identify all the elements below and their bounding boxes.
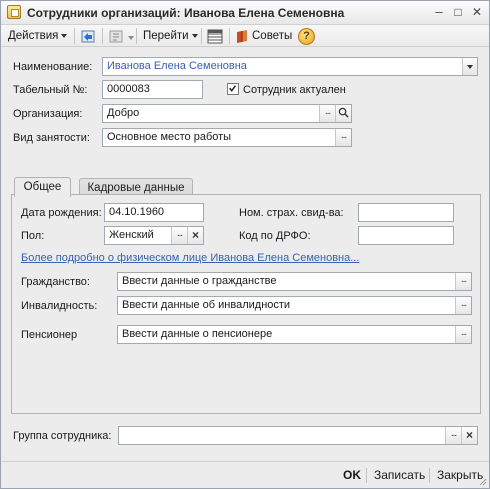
citizenship-label: Гражданство:	[21, 276, 90, 288]
organization-label: Организация:	[13, 108, 83, 120]
tabnum-field[interactable]: 0000083	[102, 80, 203, 99]
disability-label: Инвалидность:	[21, 300, 98, 312]
toolbar-separator	[136, 28, 137, 44]
pensioner-field[interactable]: Ввести данные о пенсионере ...	[117, 325, 472, 344]
name-field[interactable]: Иванова Елена Семеновна	[102, 57, 478, 76]
pensioner-value: Ввести данные о пенсионере	[122, 328, 273, 340]
resize-grip-icon[interactable]	[477, 476, 487, 486]
name-label: Наименование:	[13, 61, 93, 73]
help-button[interactable]: ?	[298, 28, 315, 45]
birth-date-value: 04.10.1960	[109, 206, 165, 218]
disability-select-button[interactable]: ...	[455, 297, 471, 314]
insurance-number-field[interactable]	[358, 203, 454, 222]
back-arrow-icon[interactable]	[80, 29, 96, 44]
toolbar-separator	[201, 28, 202, 44]
maximize-button[interactable]: □	[450, 5, 466, 20]
citizenship-value: Ввести данные о гражданстве	[122, 275, 277, 287]
tabnum-label: Табельный №:	[13, 84, 88, 96]
employee-form-window: Сотрудники организаций: Иванова Елена Се…	[0, 0, 490, 489]
chevron-down-icon[interactable]	[128, 36, 134, 40]
help-icon: ?	[303, 30, 310, 42]
gender-field[interactable]: Женский ... ×	[104, 226, 204, 245]
chevron-down-icon	[467, 65, 473, 70]
tips-label: Советы	[252, 30, 293, 42]
chevron-down-icon	[191, 33, 198, 38]
save-button[interactable]: Записать	[374, 468, 425, 482]
window-title: Сотрудники организаций: Иванова Елена Се…	[27, 6, 345, 20]
employment-field[interactable]: Основное место работы ...	[102, 128, 352, 147]
chevron-down-icon	[61, 33, 68, 38]
tab-panel-general: Дата рождения: 04.10.1960 Ном. страх. св…	[11, 194, 481, 414]
toolbar-separator	[74, 28, 75, 44]
gender-value: Женский	[109, 229, 154, 241]
footer-separator	[429, 468, 430, 483]
drfo-code-label: Код по ДРФО:	[239, 230, 311, 242]
disability-field[interactable]: Ввести данные об инвалидности ...	[117, 296, 472, 315]
toolbar-separator	[229, 28, 230, 44]
ok-button[interactable]: OK	[343, 468, 361, 482]
organization-value: Добро	[107, 107, 140, 119]
tab-general[interactable]: Общее	[14, 177, 71, 197]
tabnum-value: 0000083	[107, 83, 150, 95]
employee-group-clear-button[interactable]: ×	[461, 427, 477, 444]
list-icon[interactable]	[207, 29, 223, 44]
name-dropdown-button[interactable]	[462, 58, 477, 75]
book-icon	[237, 30, 247, 43]
organization-open-button[interactable]	[335, 105, 351, 122]
active-checkbox[interactable]	[227, 83, 239, 95]
close-icon: ×	[465, 428, 473, 442]
birth-date-label: Дата рождения:	[21, 207, 102, 219]
pensioner-label: Пенсионер	[21, 329, 78, 341]
drfo-code-field[interactable]	[358, 226, 454, 245]
birth-date-field[interactable]: 04.10.1960	[104, 203, 204, 222]
form-icon	[7, 5, 21, 19]
actions-menu[interactable]: Действия	[8, 28, 68, 45]
magnifier-icon	[338, 107, 349, 118]
organization-select-button[interactable]: ...	[319, 105, 335, 122]
structure-icon[interactable]	[108, 29, 124, 44]
gender-select-button[interactable]: ...	[171, 227, 187, 244]
disability-value: Ввести данные об инвалидности	[122, 299, 291, 311]
employee-group-select-button[interactable]: ...	[445, 427, 461, 444]
footer-bar: OK Записать Закрыть	[1, 461, 489, 488]
citizenship-select-button[interactable]: ...	[455, 273, 471, 290]
close-icon: ×	[191, 228, 199, 242]
toolbar-separator	[102, 28, 103, 44]
checkmark-icon	[229, 85, 237, 92]
tips-button[interactable]: Советы	[235, 28, 292, 45]
footer-separator	[366, 468, 367, 483]
actions-label: Действия	[8, 30, 59, 42]
toolbar: Действия Перейти Советы ?	[1, 25, 489, 47]
citizenship-field[interactable]: Ввести данные о гражданстве ...	[117, 272, 472, 291]
minimize-button[interactable]: –	[431, 5, 447, 20]
name-value: Иванова Елена Семеновна	[107, 60, 247, 72]
gender-clear-button[interactable]: ×	[187, 227, 203, 244]
employment-value: Основное место работы	[107, 131, 232, 143]
employee-group-label: Группа сотрудника:	[13, 430, 112, 442]
active-checkbox-label: Сотрудник актуален	[243, 84, 346, 96]
employment-select-button[interactable]: ...	[335, 129, 351, 146]
employment-label: Вид занятости:	[13, 132, 90, 144]
goto-label: Перейти	[143, 30, 189, 42]
title-bar: Сотрудники организаций: Иванова Елена Се…	[1, 1, 489, 25]
pensioner-select-button[interactable]: ...	[455, 326, 471, 343]
employee-group-field[interactable]: ... ×	[118, 426, 478, 445]
close-window-button[interactable]: ✕	[469, 5, 485, 20]
person-details-link[interactable]: Более подробно о физическом лице Иванова…	[21, 252, 359, 264]
gender-label: Пол:	[21, 230, 45, 242]
organization-field[interactable]: Добро ...	[102, 104, 352, 123]
goto-menu[interactable]: Перейти	[143, 28, 198, 45]
insurance-number-label: Ном. страх. свид-ва:	[239, 207, 344, 219]
